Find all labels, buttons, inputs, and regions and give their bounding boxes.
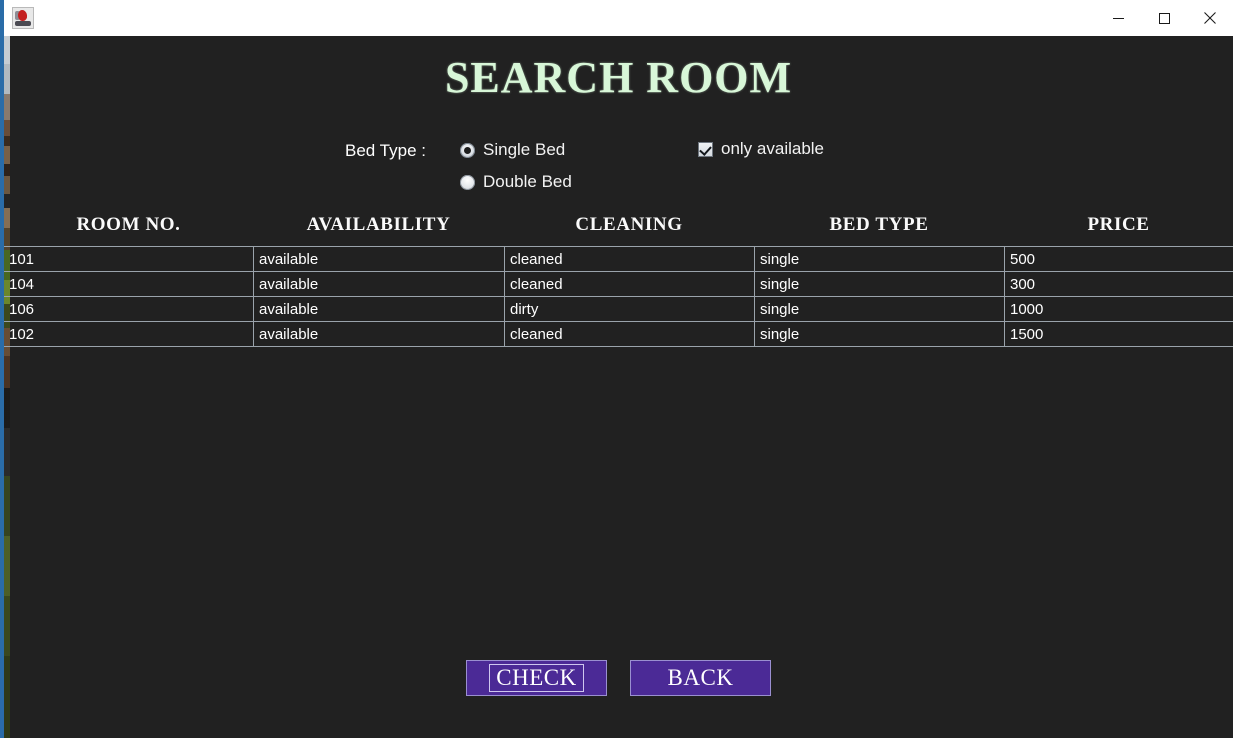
table-body: 101 available cleaned single 500 104 ava… (4, 246, 1233, 347)
radio-single-bed-label: Single Bed (483, 140, 566, 159)
check-button-label: CHECK (489, 664, 584, 692)
checkbox-only-available-label: only available (721, 139, 825, 158)
column-header-bed-type[interactable]: BED TYPE (754, 214, 1004, 236)
cell-availability: available (253, 247, 504, 271)
radio-double-bed[interactable]: Double Bed (460, 172, 572, 192)
cell-price: 1500 (1004, 322, 1233, 346)
content-area: SEARCH ROOM Bed Type : Single Bed Double… (4, 36, 1233, 738)
footer-button-bar: CHECK BACK (4, 660, 1233, 696)
cell-cleaning: cleaned (504, 247, 754, 271)
filter-bar: Bed Type : Single Bed Double Bed only av… (4, 132, 1233, 202)
cell-price: 300 (1004, 272, 1233, 296)
cell-cleaning: cleaned (504, 322, 754, 346)
cell-bed-type: single (754, 322, 1004, 346)
checkbox-only-available[interactable]: only available (698, 139, 824, 159)
cell-cleaning: cleaned (504, 272, 754, 296)
checkbox-checked-icon (698, 141, 713, 157)
back-button-label: BACK (667, 665, 734, 690)
cell-price: 1000 (1004, 297, 1233, 321)
table-header-row: ROOM NO. AVAILABILITY CLEANING BED TYPE … (4, 204, 1233, 246)
radio-single-bed[interactable]: Single Bed (460, 140, 565, 160)
cell-cleaning: dirty (504, 297, 754, 321)
column-header-room-no[interactable]: ROOM NO. (4, 214, 253, 236)
cell-availability: available (253, 322, 504, 346)
bed-type-label: Bed Type : (345, 141, 426, 160)
check-button[interactable]: CHECK (466, 660, 607, 696)
table-row[interactable]: 102 available cleaned single 1500 (4, 322, 1233, 347)
back-button[interactable]: BACK (630, 660, 771, 696)
table-row[interactable]: 106 available dirty single 1000 (4, 297, 1233, 322)
close-icon[interactable] (1187, 0, 1233, 36)
column-header-price[interactable]: PRICE (1004, 214, 1233, 236)
page-title: SEARCH ROOM (444, 53, 793, 102)
cell-room-no: 106 (9, 300, 35, 318)
application-window: SEARCH ROOM Bed Type : Single Bed Double… (0, 0, 1233, 738)
java-app-icon (12, 7, 34, 29)
table-row[interactable]: 104 available cleaned single 300 (4, 272, 1233, 297)
radio-selected-icon (460, 142, 475, 158)
cell-room-no: 101 (9, 250, 35, 268)
table-row[interactable]: 101 available cleaned single 500 (4, 247, 1233, 272)
cell-availability: available (253, 297, 504, 321)
cell-bed-type: single (754, 247, 1004, 271)
title-bar[interactable] (4, 0, 1233, 36)
cell-room-no: 104 (9, 275, 35, 293)
cell-bed-type: single (754, 297, 1004, 321)
radio-double-bed-label: Double Bed (483, 172, 572, 191)
radio-unselected-icon (460, 174, 475, 190)
minimize-icon[interactable] (1095, 0, 1141, 36)
column-header-availability[interactable]: AVAILABILITY (253, 214, 504, 236)
column-header-cleaning[interactable]: CLEANING (504, 214, 754, 236)
cell-bed-type: single (754, 272, 1004, 296)
cell-availability: available (253, 272, 504, 296)
cell-price: 500 (1004, 247, 1233, 271)
cell-room-no: 102 (9, 325, 35, 343)
maximize-icon[interactable] (1141, 0, 1187, 36)
rooms-table: ROOM NO. AVAILABILITY CLEANING BED TYPE … (4, 204, 1233, 347)
